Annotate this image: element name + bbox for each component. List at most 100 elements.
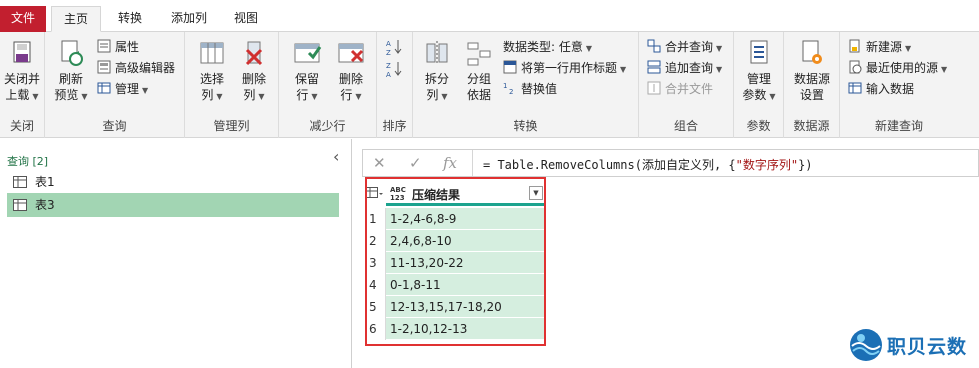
split-column-line1: 拆分 bbox=[424, 72, 449, 86]
row-number: 4 bbox=[364, 274, 386, 296]
group-sort: AZ ZA 排序 bbox=[377, 32, 413, 138]
close-and-load-line1: 关闭并 bbox=[3, 72, 40, 86]
filter-dropdown-icon[interactable]: ▼ bbox=[529, 186, 543, 200]
any-type-icon[interactable]: ABC 123 bbox=[390, 186, 406, 202]
combine-files-icon bbox=[647, 81, 661, 95]
table-cell[interactable]: 12-13,15,17-18,20 bbox=[386, 296, 546, 318]
query-item-table3[interactable]: 表3 bbox=[7, 193, 339, 217]
properties-button[interactable]: 属性 bbox=[97, 38, 139, 56]
chevron-down-icon: ▼ bbox=[81, 92, 88, 101]
table-menu-button[interactable] bbox=[364, 182, 386, 206]
chevron-down-icon: ▼ bbox=[620, 65, 627, 74]
tab-add-column[interactable]: 添加列 bbox=[163, 6, 215, 32]
chevron-down-icon: ▼ bbox=[355, 92, 362, 101]
enter-data-button[interactable]: 输入数据 bbox=[848, 80, 914, 98]
choose-columns-line1: 选择 bbox=[199, 72, 224, 86]
row-number: 2 bbox=[364, 230, 386, 252]
row-number: 5 bbox=[364, 296, 386, 318]
sort-descending-icon: ZA bbox=[386, 62, 402, 78]
remove-columns-icon bbox=[245, 41, 263, 66]
group-transform: 拆分 列 ▼ 分组 依据 数据类型: 任意 ▼ 将第一行用作标题 ▼ 1 2 替换值 转换 bbox=[413, 32, 639, 138]
close-and-load-button[interactable]: 关闭并 上载 ▼ bbox=[0, 38, 44, 105]
confirm-icon[interactable]: ✓ bbox=[409, 154, 422, 172]
tab-transform[interactable]: 转换 bbox=[108, 6, 152, 32]
group-label-new-query: 新建查询 bbox=[874, 119, 923, 133]
table-cell[interactable]: 11-13,20-22 bbox=[386, 252, 546, 274]
keep-rows-button[interactable]: 保留 行 ▼ bbox=[289, 38, 325, 105]
group-data-source: 数据源 设置 数据源 bbox=[784, 32, 840, 138]
first-row-header-label: 将第一行用作标题 bbox=[521, 61, 618, 75]
queries-pane: 查询 [2] ‹ 表1 表3 bbox=[0, 139, 352, 368]
close-and-load-icon bbox=[13, 41, 31, 63]
ribbon: 关闭并 上载 ▼ 关闭 刷新 预览 ▼ 属性 高级编辑器 管理 ▼ 查询 选择 … bbox=[0, 32, 979, 138]
new-source-icon bbox=[849, 39, 860, 53]
sort-ascending-button[interactable]: AZ bbox=[386, 38, 406, 56]
refresh-preview-button[interactable]: 刷新 预览 ▼ bbox=[53, 38, 89, 105]
data-source-settings-button[interactable]: 数据源 设置 bbox=[790, 38, 834, 103]
remove-columns-line2: 列 bbox=[243, 88, 256, 102]
group-reduce-rows: 保留 行 ▼ 删除 行 ▼ 减少行 bbox=[279, 32, 377, 138]
group-by-line2: 依据 bbox=[466, 88, 491, 102]
group-by-icon bbox=[467, 42, 491, 66]
column-header-label: 压缩结果 bbox=[412, 188, 461, 202]
manage-parameters-line2: 参数 bbox=[742, 88, 767, 102]
enter-data-label: 输入数据 bbox=[866, 82, 915, 96]
advanced-editor-icon bbox=[97, 60, 111, 74]
group-label-data-source: 数据源 bbox=[793, 119, 830, 133]
tab-file[interactable]: 文件 bbox=[0, 6, 46, 32]
table-icon bbox=[97, 82, 111, 94]
remove-columns-button[interactable]: 删除 列 ▼ bbox=[237, 38, 271, 105]
merge-queries-button[interactable]: 合并查询 ▼ bbox=[647, 38, 722, 56]
advanced-editor-button[interactable]: 高级编辑器 bbox=[97, 59, 175, 77]
group-parameters: 管理 参数 ▼ 参数 bbox=[734, 32, 784, 138]
data-source-settings-icon bbox=[802, 40, 822, 64]
choose-columns-icon bbox=[200, 42, 224, 64]
use-first-row-as-headers-button[interactable]: 将第一行用作标题 ▼ bbox=[503, 59, 626, 77]
chevron-down-icon: ▼ bbox=[441, 92, 448, 101]
watermark-text: 职贝云数 bbox=[887, 336, 968, 358]
formula-input[interactable]: = Table.RemoveColumns(添加自定义列, {"数字序列"}) bbox=[483, 156, 813, 173]
combine-files-button[interactable]: 合并文件 bbox=[647, 80, 713, 98]
group-by-button[interactable]: 分组 依据 bbox=[461, 38, 497, 103]
query-item-table1[interactable]: 表1 bbox=[7, 170, 339, 194]
group-query: 刷新 预览 ▼ 属性 高级编辑器 管理 ▼ 查询 bbox=[45, 32, 185, 138]
group-by-line1: 分组 bbox=[466, 72, 491, 86]
table-cell[interactable]: 0-1,8-11 bbox=[386, 274, 546, 296]
column-header-compressed-result[interactable]: ABC 123 压缩结果 ▼ bbox=[386, 182, 546, 206]
append-queries-button[interactable]: 追加查询 ▼ bbox=[647, 59, 722, 77]
sort-descending-button[interactable]: ZA bbox=[386, 60, 406, 78]
tab-view[interactable]: 视图 bbox=[226, 6, 266, 32]
merge-queries-label: 合并查询 bbox=[665, 40, 714, 54]
data-source-settings-line1: 数据源 bbox=[793, 72, 830, 86]
chevron-down-icon: ▼ bbox=[311, 92, 318, 101]
recent-sources-button[interactable]: 最近使用的源 ▼ bbox=[848, 59, 947, 77]
watermark: 职贝云数 bbox=[849, 326, 975, 364]
cancel-icon[interactable]: ✕ bbox=[373, 154, 386, 172]
table-cell[interactable]: 2,4,6,8-10 bbox=[386, 230, 546, 252]
formula-bar: ✕ ✓ fx = Table.RemoveColumns(添加自定义列, {"数… bbox=[362, 149, 979, 177]
new-source-button[interactable]: 新建源 ▼ bbox=[848, 38, 911, 56]
recent-sources-icon bbox=[849, 60, 862, 74]
watermark-logo-icon bbox=[850, 329, 882, 361]
table-cell[interactable]: 1-2,4-6,8-9 bbox=[386, 208, 546, 230]
manage-query-button[interactable]: 管理 ▼ bbox=[97, 80, 148, 98]
table-icon bbox=[13, 199, 27, 211]
manage-parameters-button[interactable]: 管理 参数 ▼ bbox=[740, 38, 778, 105]
chevron-down-icon: ▼ bbox=[585, 44, 593, 53]
collapse-pane-icon[interactable]: ‹ bbox=[333, 147, 339, 166]
formula-buttons: ✕ ✓ fx bbox=[363, 150, 473, 176]
tab-home[interactable]: 主页 bbox=[51, 6, 101, 32]
data-grid: ABC 123 压缩结果 ▼ 1 1-2,4-6,8-9 2 2,4,6,8-10… bbox=[364, 182, 548, 340]
table-row: 2 2,4,6,8-10 bbox=[364, 230, 546, 252]
chevron-down-icon: ▼ bbox=[769, 92, 776, 101]
data-type-dropdown[interactable]: 数据类型: 任意 ▼ bbox=[503, 38, 592, 56]
chevron-down-icon: ▼ bbox=[258, 92, 265, 101]
split-column-button[interactable]: 拆分 列 ▼ bbox=[420, 38, 454, 105]
formula-string: "数字序列" bbox=[735, 158, 799, 172]
choose-columns-button[interactable]: 选择 列 ▼ bbox=[195, 38, 229, 105]
remove-rows-button[interactable]: 删除 行 ▼ bbox=[333, 38, 369, 105]
fx-icon[interactable]: fx bbox=[443, 154, 457, 172]
replace-values-button[interactable]: 1 2 替换值 bbox=[503, 80, 557, 98]
chevron-down-icon: ▼ bbox=[716, 44, 723, 53]
table-cell[interactable]: 1-2,10,12-13 bbox=[386, 318, 546, 340]
